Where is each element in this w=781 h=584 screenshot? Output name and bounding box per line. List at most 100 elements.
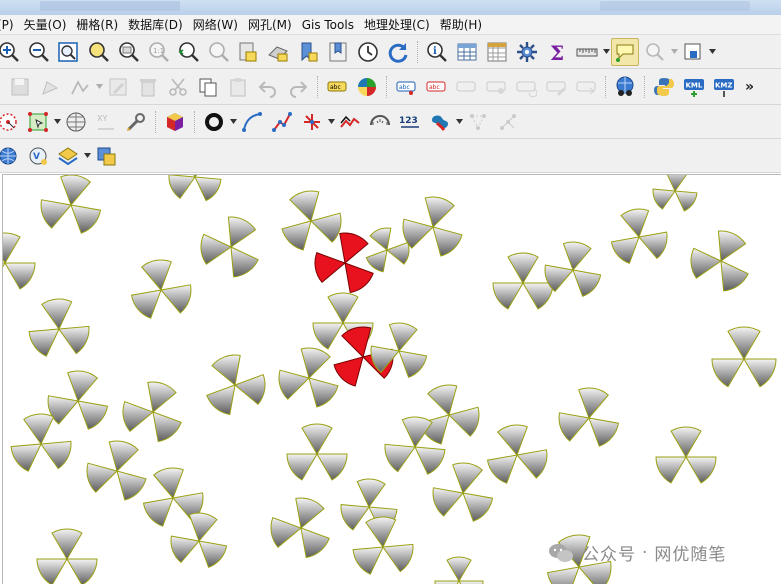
paste-features-button[interactable]	[224, 73, 252, 101]
cell-site-symbol[interactable]	[168, 175, 222, 202]
cell-site-symbol[interactable]	[402, 196, 463, 257]
polyline-button[interactable]	[268, 108, 296, 136]
menu-raster[interactable]: 栅格(R)	[71, 16, 123, 33]
cell-site-symbol[interactable]	[655, 426, 717, 484]
offset-line-button[interactable]	[336, 108, 364, 136]
zoom-full-button[interactable]	[54, 38, 82, 66]
split-dropdown[interactable]	[327, 108, 335, 136]
zoom-to-layer-button[interactable]	[114, 38, 142, 66]
cell-site-symbol[interactable]	[419, 384, 480, 445]
toolbar-overflow-button[interactable]: »	[745, 79, 754, 95]
cell-site-symbol[interactable]	[610, 208, 668, 264]
zoom-next-button[interactable]	[204, 38, 232, 66]
field-calculator-button[interactable]	[483, 38, 511, 66]
add-xy-button[interactable]: XY	[92, 108, 120, 136]
zoom-to-selection-button[interactable]	[84, 38, 112, 66]
cell-site-symbol[interactable]	[122, 381, 182, 443]
move-label-button[interactable]	[452, 73, 480, 101]
show-bookmarks-button[interactable]	[324, 38, 352, 66]
modify-attributes-button[interactable]	[104, 73, 132, 101]
menu-mesh[interactable]: 网孔(M)	[243, 16, 297, 33]
plugin-spy-button[interactable]	[611, 73, 639, 101]
digitize-button[interactable]	[36, 73, 64, 101]
cell-site-symbol[interactable]	[86, 440, 147, 501]
save-edits-button[interactable]	[6, 73, 34, 101]
cell-site-symbol[interactable]	[170, 512, 228, 568]
cell-site-symbol[interactable]	[47, 370, 109, 430]
open-attribute-table-button[interactable]	[453, 38, 481, 66]
cell-site-symbol[interactable]	[3, 232, 36, 290]
toolbox-button[interactable]	[513, 38, 541, 66]
cell-site-symbol[interactable]	[10, 413, 72, 472]
identify-features-button[interactable]: i	[423, 38, 451, 66]
python-console-button[interactable]	[650, 73, 678, 101]
copy-features-button[interactable]	[194, 73, 222, 101]
shape-dropdown[interactable]	[455, 108, 463, 136]
cell-site-symbol[interactable]	[130, 259, 192, 319]
database-dropdown[interactable]	[83, 142, 91, 170]
temporal-controller-button[interactable]	[354, 38, 382, 66]
cell-site-symbol[interactable]	[270, 497, 330, 559]
cell-site-symbol[interactable]	[352, 516, 414, 575]
cell-site-symbol[interactable]	[492, 252, 554, 310]
measure-dropdown[interactable]	[602, 38, 610, 66]
cell-site-symbol[interactable]	[486, 424, 548, 484]
cut-features-button[interactable]	[164, 73, 192, 101]
new-annotation-button[interactable]	[641, 38, 669, 66]
cell-site-symbol[interactable]	[200, 216, 259, 278]
shape-tools-button[interactable]	[426, 108, 454, 136]
cell-site-symbol[interactable]	[206, 354, 266, 416]
cell-site-symbol[interactable]	[28, 298, 90, 357]
cell-site-symbol[interactable]	[711, 326, 777, 388]
selected-cell-site-symbol[interactable]	[314, 232, 374, 294]
topology-button[interactable]	[464, 108, 492, 136]
settings-tool-button[interactable]	[122, 108, 150, 136]
annotation-dropdown[interactable]	[670, 38, 678, 66]
cell-site-symbol[interactable]	[370, 322, 428, 378]
numbering-button[interactable]: 123	[396, 108, 424, 136]
cell-site-symbol[interactable]	[690, 230, 749, 292]
cell-site-symbol[interactable]	[278, 347, 339, 408]
undo-button[interactable]	[254, 73, 282, 101]
add-spatial-db-button[interactable]	[92, 142, 120, 170]
select-by-radius-button[interactable]	[0, 108, 22, 136]
cell-site-symbol[interactable]	[652, 175, 698, 212]
zoom-in-button[interactable]	[0, 38, 22, 66]
rotate-point-button[interactable]	[572, 73, 600, 101]
menu-processing[interactable]: 地理处理(C)	[359, 16, 435, 33]
cell-site-symbol[interactable]	[40, 175, 102, 234]
select-features-button[interactable]	[24, 108, 52, 136]
zoom-last-button[interactable]	[174, 38, 202, 66]
layer-labeling-button[interactable]: abc	[323, 73, 351, 101]
menu-database[interactable]: 数据库(D)	[123, 16, 188, 33]
highlight-pinned-labels-button[interactable]: abc	[422, 73, 450, 101]
menu-project[interactable]: (P)	[0, 18, 19, 32]
delete-selected-button[interactable]	[134, 73, 162, 101]
measure-angle-button[interactable]	[366, 108, 394, 136]
new-print-layout-button[interactable]	[679, 38, 707, 66]
statistical-summary-button[interactable]: Σ	[543, 38, 571, 66]
cell-site-symbol[interactable]	[434, 556, 484, 584]
3d-cube-button[interactable]	[161, 108, 189, 136]
add-database-layer-button[interactable]	[54, 142, 82, 170]
vertex-dropdown[interactable]	[95, 73, 103, 101]
cell-site-symbol[interactable]	[281, 190, 342, 251]
redo-button[interactable]	[284, 73, 312, 101]
zoom-native-button[interactable]: 1:1	[144, 38, 172, 66]
import-kml-button[interactable]: KML	[680, 73, 708, 101]
menu-web[interactable]: 网络(W)	[188, 16, 243, 33]
new-3d-view-button[interactable]	[264, 38, 292, 66]
layout-dropdown[interactable]	[708, 38, 716, 66]
menu-vector[interactable]: 矢量(O)	[19, 16, 72, 33]
map-tips-button[interactable]	[611, 37, 639, 66]
change-label-button[interactable]	[542, 73, 570, 101]
select-dropdown[interactable]	[53, 108, 61, 136]
show-hide-labels-button[interactable]	[482, 73, 510, 101]
cell-site-symbol[interactable]	[558, 387, 620, 447]
cell-site-symbol[interactable]	[544, 241, 602, 297]
layer-diagram-button[interactable]	[353, 73, 381, 101]
zoom-out-button[interactable]	[24, 38, 52, 66]
ring-dropdown[interactable]	[229, 108, 237, 136]
pin-labels-button[interactable]: abc	[392, 73, 420, 101]
measure-line-button[interactable]	[573, 38, 601, 66]
